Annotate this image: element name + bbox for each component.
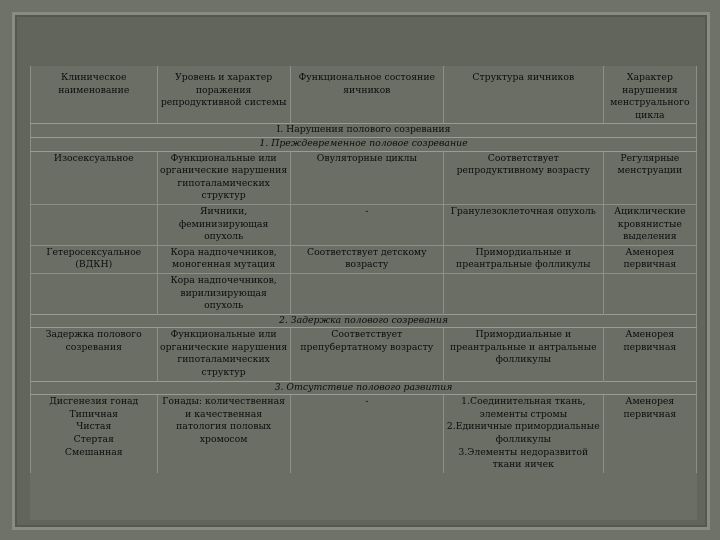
table-cell <box>30 203 158 246</box>
subsection-row: 1. Преждевременное половое созревание <box>30 137 697 152</box>
table-cell: Гетеросексуальное (ВДКН) <box>30 244 158 274</box>
table-cell: Аменорея первичная <box>602 327 698 382</box>
subsection-row: 2. Задержка полового созревания <box>30 313 697 329</box>
table-row: Дисгенезия гонад Типичная Чистая Стертая… <box>30 394 698 473</box>
header-cell: Клиническое наименование <box>30 66 158 125</box>
header-cell: Функциональное состояние яичников <box>289 66 444 125</box>
table-cell: Соответствует детскому возрасту <box>289 244 444 274</box>
table-cell: Соответствует препубертатному возрасту <box>289 327 444 382</box>
table-cell: - <box>289 394 444 473</box>
table-cell: Аменорея первичная <box>602 244 698 274</box>
table-cell: Функциональные или органические нарушени… <box>156 327 291 382</box>
section-row: I. Нарушения полового созревания <box>30 123 697 138</box>
table-cell: Гонады: количественная и качественная па… <box>156 394 291 473</box>
subsection-title: 1. Преждевременное половое созревание <box>30 137 697 152</box>
header-cell: Структура яичников <box>442 66 604 125</box>
section-title: I. Нарушения полового созревания <box>30 123 697 138</box>
table-cell: Примордиальные и преантральные фолликулы <box>442 244 604 274</box>
header-row: Клиническое наименование Уровень и харак… <box>30 66 698 125</box>
table-cell: Гранулезоклеточная опухоль <box>442 203 604 246</box>
table-cell: Аменорея первичная <box>602 394 698 473</box>
header-cell: Характер нарушения менструального цикла <box>602 66 698 125</box>
table-cell: Задержка полового созревания <box>30 327 158 382</box>
table-row: Гетеросексуальное (ВДКН) Кора надпочечни… <box>30 244 698 274</box>
table-cell: Изосексуальное <box>30 151 158 205</box>
table-cell: - <box>289 203 444 246</box>
table-row: Яичники, феминизирующая опухоль - Гранул… <box>30 203 698 246</box>
ovarian-disorders-table: Клиническое наименование Уровень и харак… <box>30 66 698 473</box>
table-cell: Кора надпочечников, вирилизирующая опухо… <box>156 272 291 315</box>
table-cell <box>30 272 158 315</box>
slide-content: Клиническое наименование Уровень и харак… <box>30 66 698 520</box>
header-cell: Уровень и характер поражения репродуктив… <box>156 66 291 125</box>
subsection-title: 2. Задержка полового созревания <box>30 313 697 329</box>
table-row: Задержка полового созревания Функциональ… <box>30 327 698 382</box>
table-cell: Ациклические кровянистые выделения <box>602 203 698 246</box>
table-cell: Овуляторные циклы <box>289 151 444 205</box>
table-cell <box>602 272 698 315</box>
table-cell: Яичники, феминизирующая опухоль <box>156 203 291 246</box>
table-row: Изосексуальное Функциональные или органи… <box>30 151 698 205</box>
table-cell: Функциональные или органические нарушени… <box>156 151 291 205</box>
table-cell: Соответствует репродуктивному возрасту <box>442 151 604 205</box>
subsection-title: 3. Отсутствие полового развития <box>30 380 697 396</box>
table-cell: 1.Соединительная ткань, элементы стромы … <box>442 394 604 473</box>
table-cell <box>442 272 604 315</box>
table-cell <box>289 272 444 315</box>
table-cell: Дисгенезия гонад Типичная Чистая Стертая… <box>30 394 158 473</box>
subsection-row: 3. Отсутствие полового развития <box>30 380 697 396</box>
table-row: Кора надпочечников, вирилизирующая опухо… <box>30 272 698 315</box>
table-cell: Регулярные менструации <box>602 151 698 205</box>
table-cell: Примордиальные и преантральные и антраль… <box>442 327 604 382</box>
table-cell: Кора надпочечников, моногенная мутация <box>156 244 291 274</box>
